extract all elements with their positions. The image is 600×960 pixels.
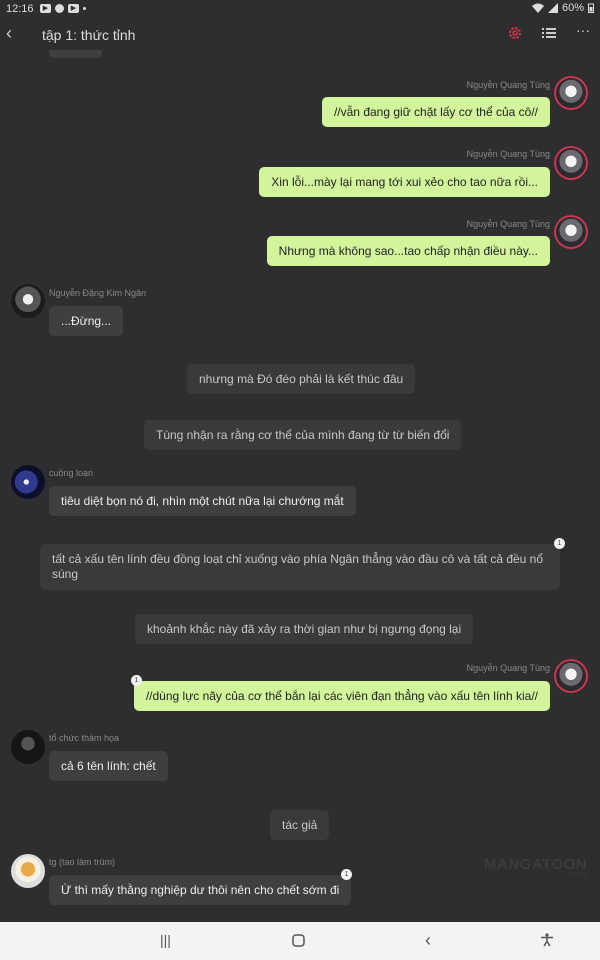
narration-bubble[interactable]: khoảnh khắc này đã xảy ra thời gian như … [135, 614, 474, 644]
narration-bubble[interactable]: nhưng mà Đó đéo phải là kết thúc đâu [187, 364, 416, 394]
avatar[interactable] [554, 659, 588, 693]
list-icon[interactable] [542, 26, 556, 40]
recent-apps-icon[interactable]: ||| [160, 932, 171, 948]
status-time: 12:16 [6, 3, 34, 15]
sender-name: Nguyễn Đặng Kim Ngân [49, 288, 147, 298]
chat-bubble[interactable]: tiêu diệt bọn nó đi, nhìn một chút nữa l… [49, 486, 356, 516]
avatar[interactable] [554, 76, 588, 110]
comment-count-badge[interactable]: 1 [341, 869, 352, 880]
sender-name: Nguyễn Quang Tùng [466, 80, 550, 90]
system-nav-bar: ||| ‹ [0, 922, 600, 960]
home-icon[interactable] [292, 934, 305, 950]
messenger-icon [55, 4, 64, 13]
watermark-brand: MANGATOON [484, 856, 588, 873]
battery-icon [588, 3, 594, 13]
chat-bubble[interactable]: ...Đừng... [49, 306, 124, 336]
chat-bubble[interactable]: cả 6 tên lính: chết [49, 751, 168, 781]
app-bar: ‹ tập 1: thức tỉnh ··· [0, 20, 600, 50]
sender-name: Nguyễn Quang Tùng [466, 149, 550, 159]
avatar[interactable] [11, 730, 45, 764]
notification-icons: ▶ ▶ [40, 4, 86, 13]
sender-name: tg (tao làm trùm) [49, 857, 116, 867]
sender-name: Nguyễn Quang Tùng [466, 219, 550, 229]
status-right: 60% [531, 2, 594, 14]
avatar[interactable] [11, 284, 45, 318]
narration-bubble[interactable]: tất cả xấu tên lính đều đồng loạt chỉ xu… [40, 544, 560, 590]
chat-bubble[interactable]: //vẫn đang giữ chặt lấy cơ thể của cô// [321, 97, 550, 127]
sender-name: tổ chức thảm họa [49, 733, 120, 743]
accessibility-icon[interactable] [540, 933, 554, 950]
chat-bubble[interactable]: Nhưng mà không sao...tao chấp nhận điều … [266, 236, 550, 266]
chat-bubble[interactable]: Ừ thì mấy thằng nghiệp dư thôi nên cho c… [49, 875, 352, 905]
chat-bubble-partial [49, 50, 102, 58]
chat-bubble[interactable]: Xin lỗi...mày lại mang tới xui xẻo cho t… [259, 167, 550, 197]
settings-icon[interactable] [508, 26, 522, 40]
wifi-icon [531, 3, 544, 13]
narration-bubble[interactable]: tác giả [270, 810, 330, 840]
youtube-icon: ▶ [40, 4, 51, 13]
youtube-icon: ▶ [68, 4, 79, 13]
avatar[interactable] [554, 215, 588, 249]
status-bar: 12:16 ▶ ▶ 60% [0, 0, 600, 20]
more-icon[interactable]: ··· [576, 22, 590, 38]
back-icon[interactable]: ‹ [6, 23, 12, 44]
signal-icon [547, 3, 558, 13]
watermark-sub: TOON [567, 873, 588, 879]
comment-count-badge[interactable]: 1 [131, 675, 142, 686]
narration-bubble[interactable]: Tùng nhận ra rằng cơ thể của mình đang t… [144, 420, 462, 450]
mangatoon-watermark: MANGATOON TOON [484, 856, 587, 879]
avatar[interactable] [11, 465, 45, 499]
avatar[interactable] [554, 146, 588, 180]
avatar[interactable] [11, 854, 45, 888]
nav-back-icon[interactable]: ‹ [425, 930, 431, 951]
more-notifications-icon [83, 7, 86, 10]
chat-bubble[interactable]: //dùng lực nãy của cơ thể bắn lại các vi… [133, 681, 550, 711]
comment-count-badge[interactable]: 1 [554, 538, 565, 549]
battery-level: 60% [561, 2, 584, 14]
page-title: tập 1: thức tỉnh [42, 27, 136, 43]
sender-name: cuồng loạn [49, 468, 94, 478]
chat-list[interactable]: Nguyễn Quang Tùng //vẫn đang giữ chặt lấ… [0, 50, 600, 922]
sender-name: Nguyễn Quang Tùng [466, 663, 550, 673]
